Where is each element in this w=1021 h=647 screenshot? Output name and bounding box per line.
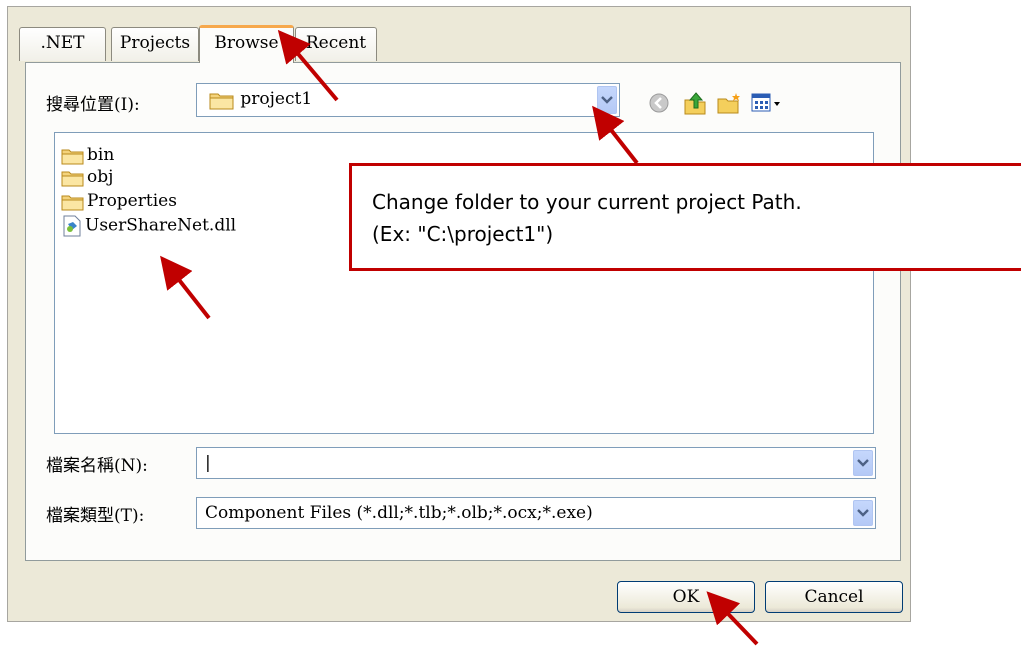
tab-label: .NET: [40, 33, 85, 53]
add-reference-dialog: .NET Projects Browse Recent 搜尋位置(I): pro…: [7, 6, 911, 622]
callout-line-2: (Ex: "C:\project1"): [372, 222, 554, 246]
look-in-text: project1: [240, 89, 313, 109]
dll-file-icon: [63, 215, 81, 237]
list-item[interactable]: Properties: [61, 191, 177, 213]
tab-projects[interactable]: Projects: [111, 27, 199, 61]
look-in-label: 搜尋位置(I):: [46, 95, 140, 115]
file-name-text: Properties: [87, 191, 177, 211]
list-item[interactable]: obj: [61, 167, 113, 189]
cancel-button[interactable]: Cancel: [765, 581, 903, 613]
new-folder-icon[interactable]: [716, 91, 742, 115]
up-folder-icon[interactable]: [682, 90, 708, 116]
look-in-dropdown-button[interactable]: [597, 86, 617, 114]
browse-panel: 搜尋位置(I): project1 bin obj Properties Use…: [25, 62, 901, 561]
chevron-down-icon: [857, 509, 869, 517]
tab-label: Browse: [214, 33, 279, 53]
chevron-down-icon: [857, 459, 869, 467]
folder-icon: [61, 171, 84, 186]
file-type-dropdown-button[interactable]: [853, 500, 873, 526]
file-type-select[interactable]: Component Files (*.dll;*.tlb;*.olb;*.ocx…: [196, 497, 876, 529]
folder-icon: [209, 93, 234, 109]
list-item[interactable]: bin: [61, 145, 114, 167]
annotation-callout: Change folder to your current project Pa…: [349, 163, 1021, 271]
ok-button[interactable]: OK: [617, 581, 755, 613]
file-type-value: Component Files (*.dll;*.tlb;*.olb;*.ocx…: [205, 503, 593, 523]
file-type-label: 檔案類型(T):: [46, 506, 145, 526]
file-name-value: |: [205, 453, 211, 473]
tab-label: Projects: [119, 33, 191, 53]
folder-icon: [61, 149, 84, 164]
chevron-down-icon: [601, 96, 613, 104]
look-in-combo[interactable]: project1: [196, 83, 620, 117]
tab-dotnet[interactable]: .NET: [19, 27, 106, 61]
tab-label: Recent: [305, 33, 367, 53]
file-name-input[interactable]: |: [196, 447, 876, 479]
look-in-value: project1: [209, 89, 312, 110]
file-name-text: UserShareNet.dll: [85, 215, 237, 236]
file-name-text: obj: [87, 167, 114, 187]
list-item[interactable]: UserShareNet.dll: [61, 215, 236, 237]
file-name-text: bin: [87, 145, 115, 165]
folder-icon: [61, 195, 84, 210]
callout-line-1: Change folder to your current project Pa…: [372, 190, 802, 214]
file-name-dropdown-button[interactable]: [853, 450, 873, 476]
file-name-label: 檔案名稱(N):: [46, 456, 148, 476]
tab-browse[interactable]: Browse: [199, 25, 294, 63]
tab-recent[interactable]: Recent: [295, 27, 377, 61]
back-icon[interactable]: [648, 92, 670, 114]
view-menu-icon[interactable]: [751, 92, 783, 114]
